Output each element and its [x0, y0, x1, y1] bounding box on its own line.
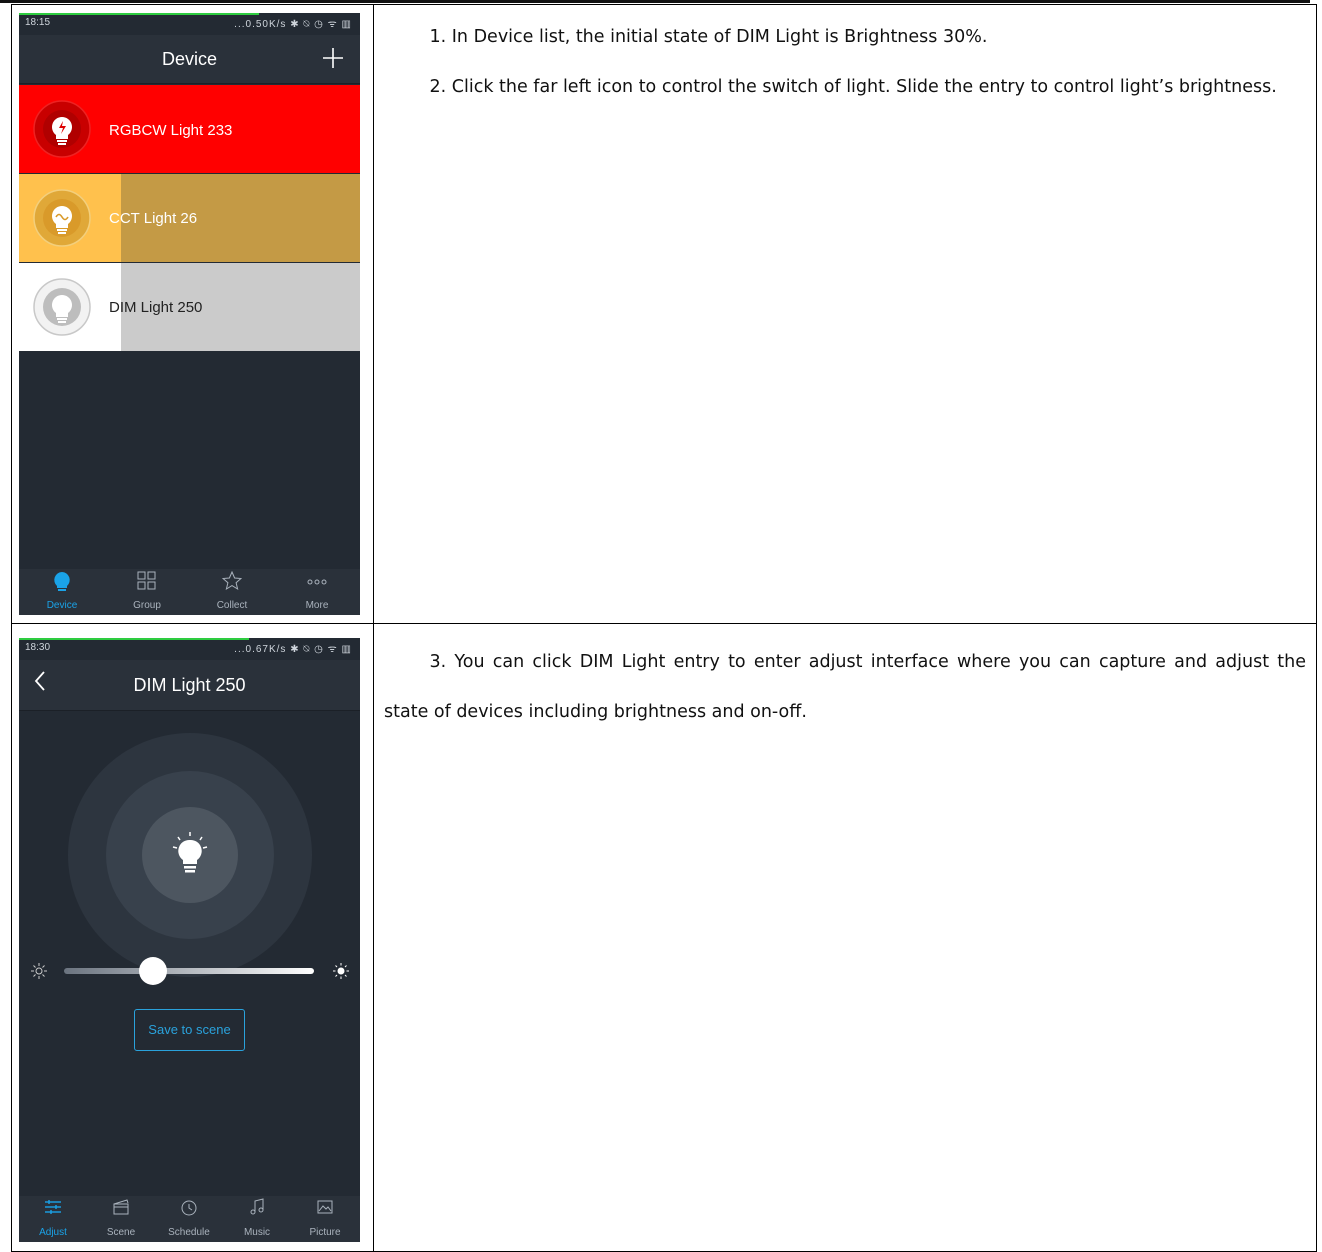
- save-to-scene-button[interactable]: Save to scene: [134, 1009, 245, 1051]
- status-bar: 18:30 ...0.67K/s ✱ ⍉ ◷ ᯤ ▥: [19, 638, 360, 660]
- picture-icon: [317, 1200, 333, 1214]
- tab-picture[interactable]: Picture: [291, 1192, 359, 1242]
- brightness-low-icon: [31, 963, 47, 979]
- tab-schedule[interactable]: Schedule: [155, 1192, 223, 1242]
- status-time: 18:15: [25, 17, 51, 28]
- device-label: DIM Light 250: [109, 299, 203, 316]
- tab-more[interactable]: More: [282, 565, 352, 615]
- device-row-dim[interactable]: DIM Light 250: [19, 263, 360, 351]
- light-bulb-icon: [172, 832, 208, 873]
- clapper-icon: [113, 1199, 129, 1215]
- status-indicators: ...0.67K/s ✱ ⍉ ◷ ᯤ ▥: [234, 644, 352, 655]
- sliders-icon: [45, 1200, 61, 1214]
- bottom-tab-bar: Adjust Scene Schedule Music Picture: [19, 1196, 360, 1242]
- grid-icon: [137, 571, 156, 590]
- device-label: CCT Light 26: [109, 210, 198, 227]
- tab-collect[interactable]: Collect: [197, 565, 267, 615]
- status-indicators: ...0.50K/s ✱ ⍉ ◷ ᯤ ▥: [234, 19, 352, 30]
- instructions-block-1: 1. In Device list, the initial state of …: [384, 12, 1306, 112]
- add-device-button[interactable]: [322, 41, 344, 77]
- music-note-icon: [250, 1198, 264, 1215]
- page-title: Device: [161, 49, 218, 69]
- plus-icon: [323, 48, 343, 68]
- slider-track[interactable]: [64, 968, 314, 974]
- tab-device[interactable]: Device: [27, 565, 97, 615]
- brightness-slider[interactable]: [19, 956, 360, 986]
- step-1-text: 1. In Device list, the initial state of …: [429, 27, 988, 47]
- step-3-text: 3. You can click DIM Light entry to ente…: [384, 652, 1306, 722]
- status-time: 18:30: [25, 642, 51, 653]
- tab-music[interactable]: Music: [223, 1192, 291, 1242]
- page-title: DIM Light 250: [133, 675, 246, 695]
- status-bar: 18:15 ...0.50K/s ✱ ⍉ ◷ ᯤ ▥: [19, 13, 360, 35]
- power-control[interactable]: [68, 733, 312, 977]
- dim-light-adjust-screenshot: 18:30 ...0.67K/s ✱ ⍉ ◷ ᯤ ▥ DIM Light 250: [19, 638, 360, 1242]
- page-top-rule: [0, 0, 1310, 3]
- bottom-tab-bar: Device Group Collect More: [19, 569, 360, 615]
- clock-icon: [181, 1200, 197, 1216]
- device-label: RGBCW Light 233: [109, 122, 233, 139]
- header-bar: Device: [19, 35, 360, 84]
- device-list-screenshot: 18:15 ...0.50K/s ✱ ⍉ ◷ ᯤ ▥ Device RGBCW …: [19, 13, 360, 615]
- step-2-text: 2. Click the far left icon to control th…: [429, 77, 1277, 97]
- star-icon: [222, 571, 242, 591]
- rgbcw-bulb-icon[interactable]: [32, 99, 92, 159]
- instructions-block-2: 3. You can click DIM Light entry to ente…: [384, 637, 1306, 737]
- more-dots-icon: [307, 579, 327, 585]
- cct-bulb-icon[interactable]: [32, 188, 92, 248]
- header-bar: DIM Light 250: [19, 660, 360, 711]
- device-row-cct[interactable]: CCT Light 26: [19, 174, 360, 262]
- tab-scene[interactable]: Scene: [87, 1192, 155, 1242]
- device-row-rgbcw[interactable]: RGBCW Light 233: [19, 85, 360, 173]
- dim-bulb-icon[interactable]: [32, 277, 92, 337]
- slider-thumb[interactable]: [139, 957, 167, 985]
- tab-group[interactable]: Group: [112, 565, 182, 615]
- brightness-high-icon: [333, 963, 349, 979]
- tab-adjust[interactable]: Adjust: [19, 1192, 87, 1242]
- bulb-icon: [54, 572, 70, 591]
